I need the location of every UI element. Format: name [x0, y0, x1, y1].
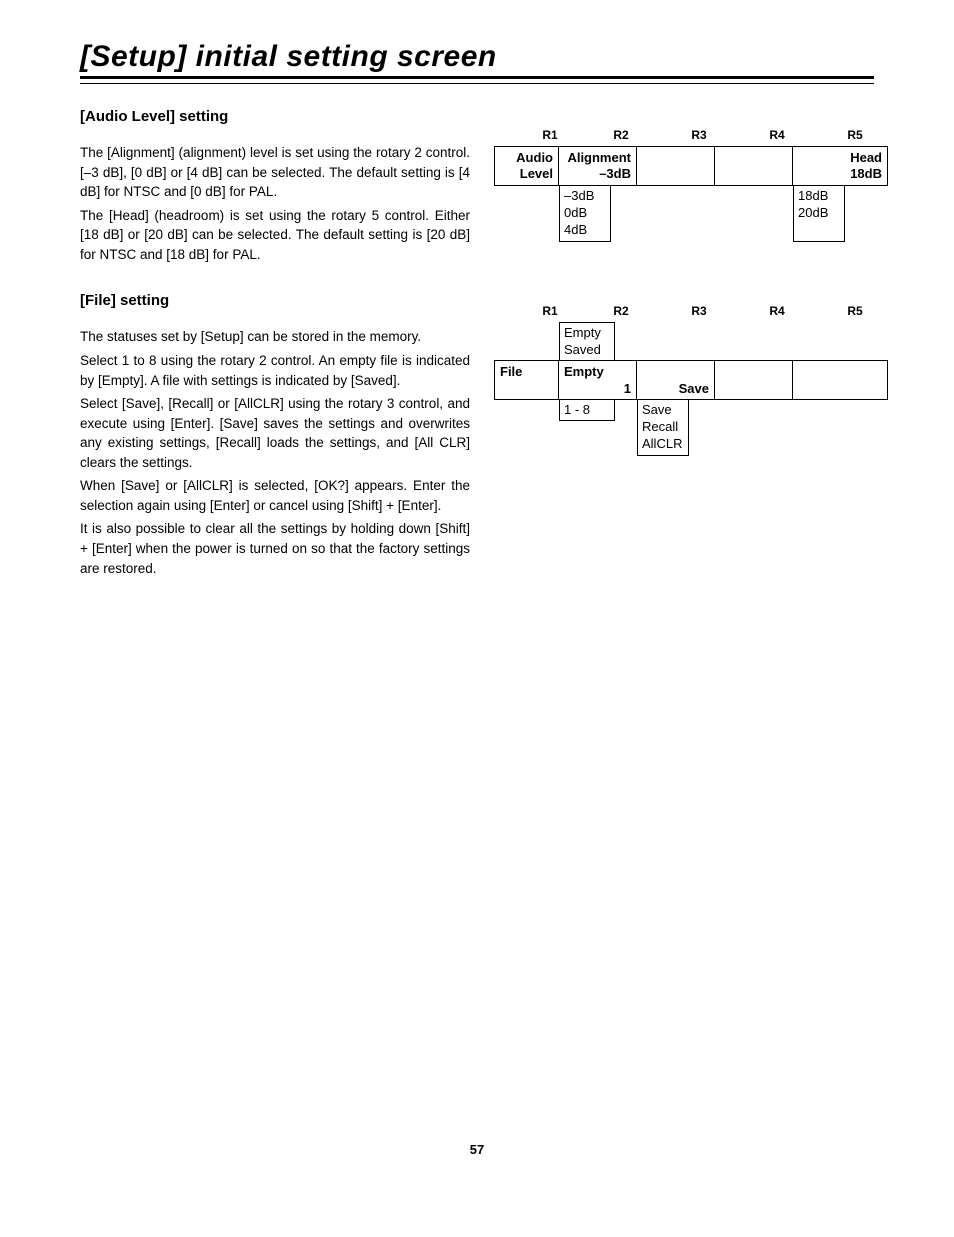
audio-cell-label: Audio Level	[495, 147, 559, 185]
left-column: [Audio Level] setting The [Alignment] (a…	[80, 108, 470, 582]
rotary-labels-audio: R1 R2 R3 R4 R5	[518, 128, 894, 142]
rotary-label-r3: R3	[660, 128, 738, 142]
audio-cell-head: Head 18dB	[793, 147, 887, 185]
file-para-1: The statuses set by [Setup] can be store…	[80, 327, 470, 347]
file-para-2: Select 1 to 8 using the rotary 2 control…	[80, 351, 470, 390]
rotary-label-r4: R4	[738, 128, 816, 142]
rotary-label-r2: R2	[582, 128, 660, 142]
file-post-options-row: 1 - 8 Save Recall AllCLR	[494, 400, 894, 456]
rotary-label-r5: R5	[816, 128, 894, 142]
audio-cell-r3	[637, 147, 715, 185]
file-para-5: It is also possible to clear all the set…	[80, 519, 470, 578]
rotary-label-r3-file: R3	[660, 304, 738, 318]
file-cell-empty: Empty 1	[559, 361, 637, 399]
file-para-4: When [Save] or [AllCLR] is selected, [OK…	[80, 476, 470, 515]
file-table: R1 R2 R3 R4 R5 Empty Saved File	[494, 304, 894, 456]
file-setting-row: File Empty 1 Save	[494, 360, 888, 400]
file-section: [File] setting The statuses set by [Setu…	[80, 292, 470, 578]
rotary-labels-file: R1 R2 R3 R4 R5	[518, 304, 894, 318]
audio-para-2: The [Head] (headroom) is set using the r…	[80, 206, 470, 265]
audio-options-row: –3dB 0dB 4dB 18dB 20dB	[494, 186, 894, 242]
file-action-options: Save Recall AllCLR	[637, 400, 689, 456]
page-number: 57	[80, 1142, 874, 1157]
right-column: R1 R2 R3 R4 R5 Audio Level Alignment –3d…	[494, 108, 894, 582]
file-pre-options-row: Empty Saved	[494, 322, 894, 362]
audio-cell-alignment: Alignment –3dB	[559, 147, 637, 185]
rotary-label-r2-file: R2	[582, 304, 660, 318]
audio-level-table: R1 R2 R3 R4 R5 Audio Level Alignment –3d…	[494, 128, 894, 242]
file-cell-r4	[715, 361, 793, 399]
audio-cell-r4	[715, 147, 793, 185]
audio-para-1: The [Alignment] (alignment) level is set…	[80, 143, 470, 202]
rotary-label-r1: R1	[518, 128, 582, 142]
file-number-options: 1 - 8	[559, 400, 615, 421]
page-title: [Setup] initial setting screen	[80, 40, 874, 74]
file-cell-save: Save	[637, 361, 715, 399]
file-heading: [File] setting	[80, 292, 470, 309]
audio-level-heading: [Audio Level] setting	[80, 108, 470, 125]
rotary-label-r4-file: R4	[738, 304, 816, 318]
file-cell-r5	[793, 361, 887, 399]
audio-head-options: 18dB 20dB	[793, 186, 845, 242]
rotary-label-r5-file: R5	[816, 304, 894, 318]
audio-setting-row: Audio Level Alignment –3dB Head 18dB	[494, 146, 888, 186]
audio-alignment-options: –3dB 0dB 4dB	[559, 186, 611, 242]
audio-level-section: [Audio Level] setting The [Alignment] (a…	[80, 108, 470, 264]
file-cell-label: File	[495, 361, 559, 399]
file-para-3: Select [Save], [Recall] or [AllCLR] usin…	[80, 394, 470, 472]
title-rule	[80, 76, 874, 84]
rotary-label-r1-file: R1	[518, 304, 582, 318]
file-status-options: Empty Saved	[559, 322, 615, 362]
